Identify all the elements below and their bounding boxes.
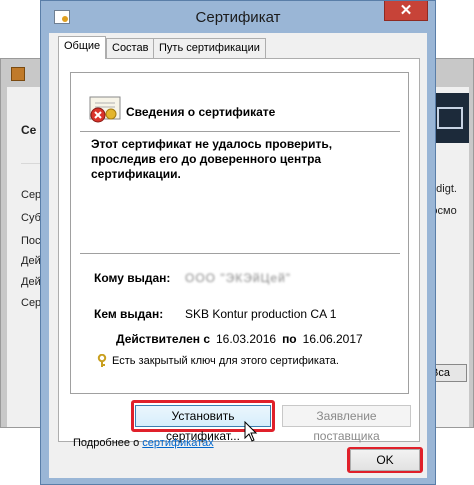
valid-to-label: по (282, 332, 297, 346)
key-icon (97, 354, 107, 367)
ok-button[interactable]: OK (350, 449, 420, 471)
close-button[interactable]: ✕ (384, 1, 428, 21)
tab-panel-general: Сведения о сертификате Этот сертификат н… (58, 58, 420, 443)
divider (80, 253, 400, 254)
certificate-info-box: Сведения о сертификате Этот сертификат н… (70, 72, 409, 394)
tab-details[interactable]: Состав (106, 38, 155, 58)
certificates-link[interactable]: сертификатах (142, 437, 213, 449)
info-heading: Сведения о сертификате (126, 105, 276, 119)
dialog-client-area: Общие Состав Путь сертификации Сведения … (49, 33, 427, 478)
mouse-pointer-icon (244, 421, 258, 442)
issued-by-value: SKB Kontur production CA 1 (185, 307, 337, 321)
dialog-title-bar[interactable]: Сертификат ✕ (41, 1, 435, 33)
valid-to-date: 16.06.2017 (302, 332, 363, 346)
tab-general[interactable]: Общие (58, 36, 107, 59)
private-key-note: Есть закрытый ключ для этого сертификата… (112, 354, 339, 367)
tab-certification-path[interactable]: Путь сертификации (153, 38, 266, 58)
close-icon: ✕ (399, 2, 413, 19)
divider (80, 131, 400, 132)
validity-row: Действителен с 16.03.2016 по 16.06.2017 (116, 332, 369, 346)
issuer-statement-button[interactable]: Заявление поставщика (282, 405, 411, 443)
certificate-error-icon (89, 96, 121, 123)
learn-more-text: Подробнее о сертификатах (73, 437, 214, 449)
certificate-dialog: Сертификат ✕ Общие Состав Путь сертифика… (40, 0, 436, 485)
issued-to-value: ООО "ЭКЭйЦей" (185, 271, 292, 285)
issued-by-label: Кем выдан: (94, 307, 164, 321)
background-window-icon (11, 67, 25, 81)
private-key-row: Есть закрытый ключ для этого сертификата… (96, 354, 339, 368)
dialog-title: Сертификат (195, 9, 281, 26)
issued-to-label: Кому выдан: (94, 271, 171, 285)
learn-more-prefix: Подробнее о (73, 437, 143, 449)
valid-from-label: Действителен с (116, 332, 210, 346)
verification-warning: Этот сертификат не удалось проверить, пр… (91, 137, 333, 181)
valid-from-date: 16.03.2016 (216, 332, 277, 346)
